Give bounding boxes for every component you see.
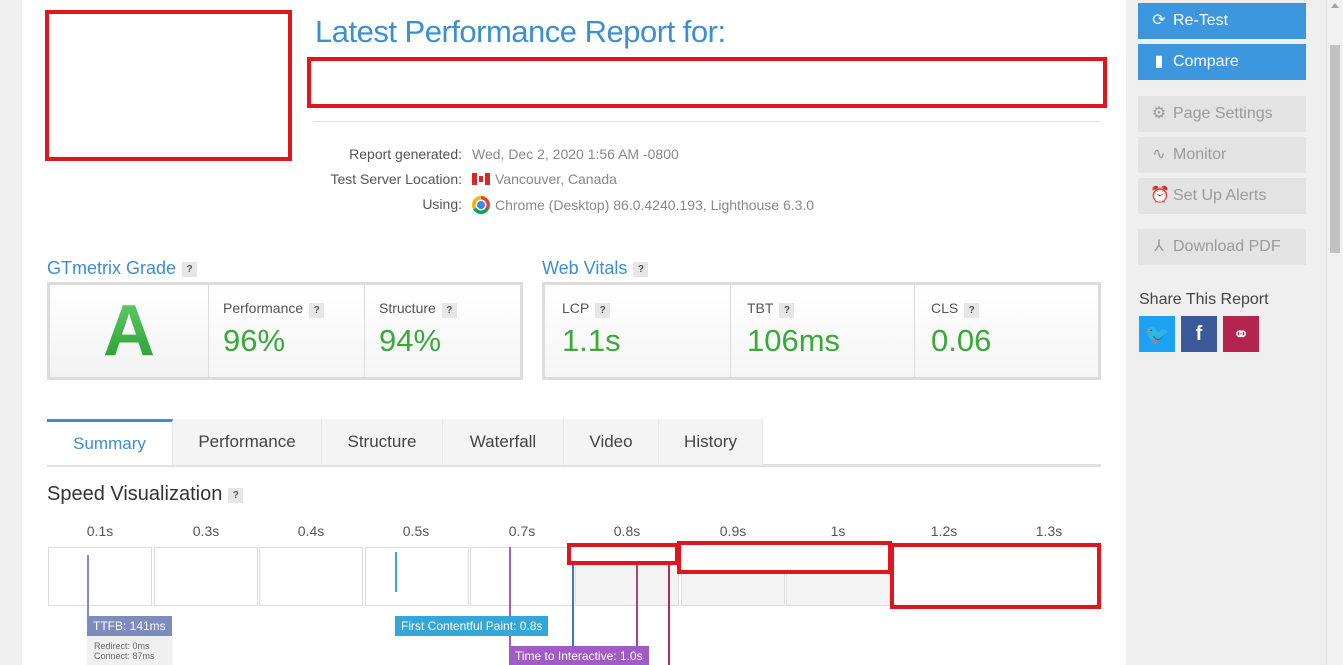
tab-waterfall[interactable]: Waterfall [443, 419, 564, 465]
tbt-label: TBT? [747, 300, 795, 318]
gear-icon: ⚙ [1151, 105, 1167, 122]
web-vitals-card: LCP? 1.1s TBT? 106ms CLS? 0.06 [542, 282, 1101, 380]
timeline-tick: 0.3s [192, 523, 220, 539]
tbt-cell: TBT? 106ms [730, 285, 914, 377]
timeline-tick: 0.8s [613, 523, 641, 539]
help-icon[interactable]: ? [595, 303, 611, 318]
chrome-icon [472, 196, 490, 214]
timeline-tick: 1.3s [1035, 523, 1063, 539]
tab-history[interactable]: History [659, 419, 763, 465]
retest-button[interactable]: ⟳ Re-Test [1138, 3, 1306, 39]
tab-video[interactable]: Video [564, 419, 659, 465]
performance-value: 96% [223, 323, 286, 358]
report-generated-value: Wed, Dec 2, 2020 1:56 AM -0800 [472, 146, 679, 162]
redacted-page-thumbnail [45, 10, 292, 161]
help-icon[interactable]: ? [633, 262, 649, 277]
redacted-frame [677, 541, 892, 574]
test-location-label: Test Server Location: [330, 171, 462, 187]
tti-marker: Time to Interactive: 1.0s [509, 646, 649, 665]
timeline-tick: 1s [830, 523, 846, 539]
timeline-tick: 0.7s [508, 523, 536, 539]
timeline-tick: 0.1s [86, 523, 114, 539]
help-icon[interactable]: ? [309, 303, 325, 318]
timeline-tick: 0.4s [297, 523, 325, 539]
using-value-wrap: Chrome (Desktop) 86.0.4240.193, Lighthou… [472, 196, 814, 214]
refresh-icon: ⟳ [1152, 12, 1166, 29]
divider [313, 121, 1101, 122]
report-generated-label: Report generated: [349, 146, 462, 162]
fcp-tick-line [395, 552, 397, 592]
grade-letter: A [50, 285, 208, 377]
share-title: Share This Report [1139, 291, 1269, 308]
cls-cell: CLS? 0.06 [914, 285, 1098, 377]
lcp-cell: LCP? 1.1s [545, 285, 730, 377]
page-title: Latest Performance Report for: [315, 14, 726, 49]
tbt-value: 106ms [747, 323, 841, 358]
gtmetrix-grade-title: GTmetrix Grade? [47, 258, 198, 279]
download-pdf-button[interactable]: ⅄ Download PDF [1138, 229, 1306, 265]
filmstrip-frame[interactable] [48, 547, 152, 606]
test-location-value: Vancouver, Canada [495, 171, 617, 187]
twitter-icon[interactable]: 🐦 [1139, 316, 1175, 352]
help-icon[interactable]: ? [228, 488, 244, 503]
facebook-icon[interactable]: f [1181, 316, 1217, 352]
tab-structure[interactable]: Structure [322, 419, 443, 465]
ttfb-line [87, 555, 89, 620]
pdf-icon: ⅄ [1154, 238, 1164, 255]
filmstrip-frame[interactable] [470, 547, 574, 606]
monitor-button[interactable]: ∿ Monitor [1138, 137, 1306, 173]
onload-line [668, 560, 670, 665]
cls-label: CLS? [931, 300, 980, 318]
help-icon[interactable]: ? [779, 303, 795, 318]
ttfb-redirect: Redirect: 0ms [94, 641, 150, 651]
link-icon[interactable]: ⚭ [1223, 316, 1259, 352]
cls-value: 0.06 [931, 323, 992, 358]
timeline-tick: 1.2s [930, 523, 958, 539]
redacted-frame [567, 543, 679, 565]
ttfb-detail: Redirect: 0ms Connect: 87ms [87, 636, 173, 665]
lcp-label: LCP? [562, 300, 611, 318]
structure-cell: Structure? 94% [364, 285, 520, 377]
scroll-up-arrow-icon[interactable] [1331, 3, 1339, 8]
web-vitals-title: Web Vitals? [542, 258, 649, 279]
using-label: Using: [422, 196, 462, 212]
using-value: Chrome (Desktop) 86.0.4240.193, Lighthou… [495, 197, 815, 213]
fcp-marker: First Contentful Paint: 0.8s [395, 616, 549, 636]
help-icon[interactable]: ? [964, 303, 980, 318]
structure-value: 94% [379, 323, 442, 358]
redacted-url [307, 57, 1107, 108]
compare-button[interactable]: ▮ Compare [1138, 44, 1306, 80]
set-up-alerts-button[interactable]: ⏰ Set Up Alerts [1138, 178, 1306, 214]
help-icon[interactable]: ? [441, 303, 457, 318]
canada-flag-icon [472, 173, 490, 185]
speed-visualization-title: Speed Visualization? [47, 483, 244, 506]
ttfb-marker: TTFB: 141ms [87, 616, 172, 636]
redacted-frame [890, 543, 1101, 609]
help-icon[interactable]: ? [182, 262, 198, 277]
page-settings-button[interactable]: ⚙ Page Settings [1138, 96, 1306, 132]
report-tabs: Summary Performance Structure Waterfall … [47, 419, 1101, 467]
copy-icon: ▮ [1154, 53, 1164, 70]
timeline-tick: 0.5s [402, 523, 430, 539]
timeline-tick: 0.9s [719, 523, 747, 539]
gtmetrix-grade-card: A Performance? 96% Structure? 94% [47, 282, 523, 380]
performance-cell: Performance? 96% [208, 285, 364, 377]
performance-label: Performance? [223, 300, 325, 318]
filmstrip-frame[interactable] [259, 547, 363, 606]
structure-label: Structure? [379, 300, 457, 318]
lcp-value: 1.1s [562, 323, 621, 358]
filmstrip-frame[interactable] [365, 547, 469, 606]
ttfb-connect: Connect: 87ms [94, 651, 155, 661]
scrollbar[interactable] [1326, 0, 1343, 665]
test-location-value-wrap: Vancouver, Canada [472, 171, 617, 187]
tab-performance[interactable]: Performance [173, 419, 322, 465]
alarm-clock-icon: ⏰ [1150, 187, 1170, 204]
left-gutter [0, 0, 22, 665]
filmstrip-frame[interactable] [154, 547, 258, 606]
pulse-icon: ∿ [1152, 146, 1166, 163]
tab-summary[interactable]: Summary [47, 419, 173, 465]
